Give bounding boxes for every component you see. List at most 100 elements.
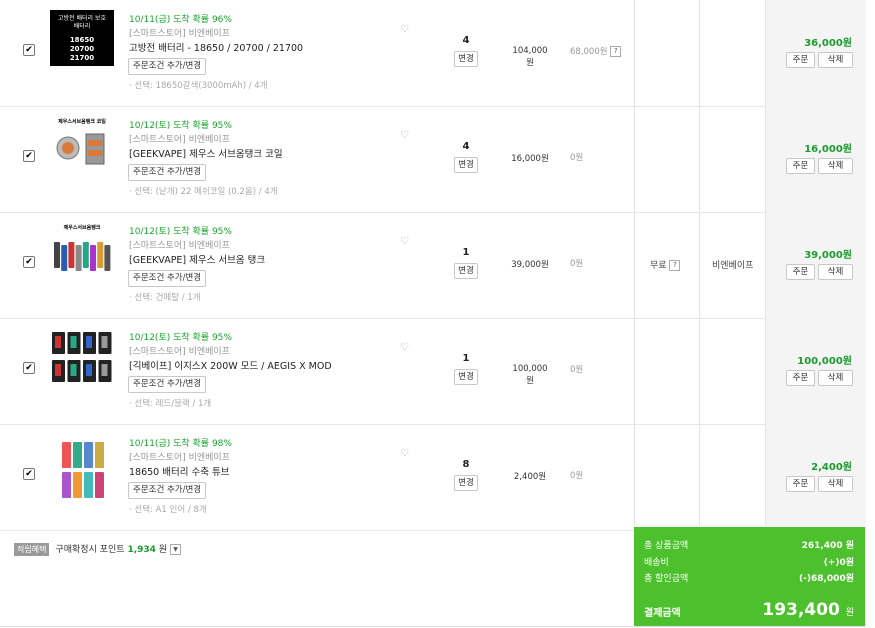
- quantity: 4: [462, 35, 470, 46]
- points-unit: 원: [158, 545, 168, 555]
- delivery-estimate: 10/12(토) 도착 확률 95%: [129, 333, 232, 343]
- svg-text:고방전 배터리 보호: 고방전 배터리 보호: [58, 14, 106, 22]
- store-name[interactable]: [스마트스토어] 비엔베이프: [129, 238, 230, 251]
- delivery-estimate: 10/11(금) 도착 확률 98%: [129, 439, 232, 449]
- action-column-background: [765, 0, 866, 526]
- quantity: 4: [462, 141, 470, 152]
- store-name[interactable]: [스마트스토어] 비엔베이프: [129, 26, 230, 39]
- cart-item-row: ✔ 제우스서브옴탱크 코일 10/12(토) 도착 확률 95% [스마트스토어…: [0, 106, 853, 213]
- quantity-change-button[interactable]: 변경: [454, 369, 478, 385]
- item-price: 39,000원: [511, 260, 549, 270]
- svg-text:21700: 21700: [70, 54, 94, 62]
- svg-text:제우스서브옴탱크: 제우스서브옴탱크: [64, 224, 101, 231]
- heart-icon[interactable]: ♡: [400, 236, 409, 247]
- heart-icon[interactable]: ♡: [400, 24, 409, 35]
- points-value: 1,934: [127, 545, 156, 555]
- selected-option: · 선택: 18650갈색(3000mAh) / 4개: [129, 81, 268, 91]
- item-discount: 0원: [570, 259, 584, 269]
- item-total: 39,000원: [804, 250, 852, 261]
- quantity-change-button[interactable]: 변경: [454, 475, 478, 491]
- item-price: 100,000원: [512, 364, 548, 386]
- product-thumbnail[interactable]: 제우스서브옴탱크: [50, 222, 114, 286]
- delivery-estimate: 10/12(토) 도착 확률 95%: [129, 121, 232, 131]
- product-name[interactable]: 고방전 배터리 - 18650 / 20700 / 21700: [129, 40, 303, 54]
- svg-text:18650: 18650: [70, 36, 94, 44]
- item-price: 16,000원: [511, 154, 549, 164]
- order-button[interactable]: 주문: [786, 476, 815, 492]
- option-change-button[interactable]: 주문조건 추가/변경: [128, 376, 207, 393]
- chevron-down-icon[interactable]: ▼: [170, 544, 182, 555]
- quantity-change-button[interactable]: 변경: [454, 263, 478, 279]
- item-total: 100,000원: [797, 356, 852, 367]
- svg-text:제우스서브옴탱크 코일: 제우스서브옴탱크 코일: [58, 118, 106, 125]
- delete-button[interactable]: 삭제: [818, 158, 853, 174]
- store-name[interactable]: [스마트스토어] 비엔베이프: [129, 344, 230, 357]
- item-total: 36,000원: [804, 38, 852, 49]
- item-checkbox[interactable]: ✔: [23, 362, 35, 374]
- cart-item-row: ✔ 10/11(금) 도착 확률 98% [스마트스토어] 비엔베이프 1865…: [0, 424, 853, 531]
- delivery-estimate: 10/11(금) 도착 확률 96%: [129, 15, 232, 25]
- option-change-button[interactable]: 주문조건 추가/변경: [128, 482, 207, 499]
- item-price: 2,400원: [513, 472, 547, 482]
- selected-option: · 선택: 건메탈 / 1개: [129, 293, 201, 303]
- heart-icon[interactable]: ♡: [400, 130, 409, 141]
- product-thumbnail[interactable]: [50, 328, 114, 392]
- help-icon[interactable]: ?: [610, 46, 622, 57]
- selected-option: · 선택: (낱개) 22 메쉬코일 (0.2옴) / 4개: [129, 187, 278, 197]
- delivery-estimate: 10/12(토) 도착 확률 95%: [129, 227, 232, 237]
- order-button[interactable]: 주문: [786, 370, 815, 386]
- summary-shipping: 배송비 (+)0원: [644, 558, 854, 568]
- quantity: 1: [462, 353, 470, 364]
- item-discount: 0원: [570, 365, 584, 375]
- cart-item-row: ✔ 고방전 배터리 보호 배터리 18650 20700 21700 10/11…: [0, 0, 853, 107]
- summary-product: 총 상품금액 261,400 원: [644, 541, 854, 551]
- order-button[interactable]: 주문: [786, 52, 815, 68]
- item-total: 2,400원: [811, 462, 852, 473]
- quantity-change-button[interactable]: 변경: [454, 51, 478, 67]
- item-discount: 0원: [570, 471, 584, 481]
- quantity: 1: [462, 247, 470, 258]
- item-checkbox[interactable]: ✔: [23, 256, 35, 268]
- points-benefit: 적립혜택 구매확정시 포인트 1,934 원 ▼: [14, 542, 182, 556]
- bottom-divider: [0, 626, 865, 627]
- option-change-button[interactable]: 주문조건 추가/변경: [128, 164, 207, 181]
- delete-button[interactable]: 삭제: [818, 370, 853, 386]
- product-name[interactable]: [GEEKVAPE] 제우스 서브옴탱크 코일: [129, 146, 283, 160]
- shipping-fee: 무료 ?: [650, 258, 681, 271]
- delete-button[interactable]: 삭제: [818, 52, 853, 68]
- points-label: 구매확정시 포인트: [55, 545, 125, 555]
- selected-option: · 선택: A1 인어 / 8개: [129, 505, 207, 515]
- quantity: 8: [462, 459, 470, 470]
- store-name[interactable]: [스마트스토어] 비엔베이프: [129, 450, 230, 463]
- svg-text:배터리: 배터리: [74, 22, 91, 30]
- option-change-button[interactable]: 주문조건 추가/변경: [128, 270, 207, 287]
- product-name[interactable]: [긱베이프] 이지스X 200W 모드 / AEGIS X MOD: [129, 358, 332, 372]
- help-icon[interactable]: ?: [669, 260, 681, 271]
- heart-icon[interactable]: ♡: [400, 448, 409, 459]
- product-name[interactable]: 18650 배터리 수축 튜브: [129, 464, 229, 478]
- item-discount: 68,000원 ?: [570, 45, 632, 57]
- product-thumbnail[interactable]: 제우스서브옴탱크 코일: [50, 116, 114, 180]
- option-change-button[interactable]: 주문조건 추가/변경: [128, 58, 207, 75]
- order-button[interactable]: 주문: [786, 264, 815, 280]
- cart-item-row: ✔ 10/12(토) 도착 확률 95% [스마트스토어] 비엔베이프 [긱베이…: [0, 318, 853, 425]
- shipping-seller: 비엔베이프: [712, 261, 754, 271]
- points-tag: 적립혜택: [14, 543, 50, 556]
- product-thumbnail[interactable]: [50, 438, 114, 502]
- order-button[interactable]: 주문: [786, 158, 815, 174]
- item-checkbox[interactable]: ✔: [23, 44, 35, 56]
- quantity-change-button[interactable]: 변경: [454, 157, 478, 173]
- selected-option: · 선택: 레드/블랙 / 1개: [129, 399, 212, 409]
- summary-discount: 총 할인금액 (-)68,000원: [644, 574, 854, 584]
- heart-icon[interactable]: ♡: [400, 342, 409, 353]
- order-summary: 총 상품금액 261,400 원 배송비 (+)0원 총 할인금액 (-)68,000…: [634, 527, 865, 626]
- product-name[interactable]: [GEEKVAPE] 제우스 서브옴 탱크: [129, 252, 265, 266]
- delete-button[interactable]: 삭제: [818, 476, 853, 492]
- delete-button[interactable]: 삭제: [818, 264, 853, 280]
- svg-text:20700: 20700: [70, 45, 94, 53]
- product-thumbnail[interactable]: 고방전 배터리 보호 배터리 18650 20700 21700: [50, 10, 114, 74]
- item-checkbox[interactable]: ✔: [23, 150, 35, 162]
- item-discount: 0원: [570, 153, 584, 163]
- item-checkbox[interactable]: ✔: [23, 468, 35, 480]
- store-name[interactable]: [스마트스토어] 비엔베이프: [129, 132, 230, 145]
